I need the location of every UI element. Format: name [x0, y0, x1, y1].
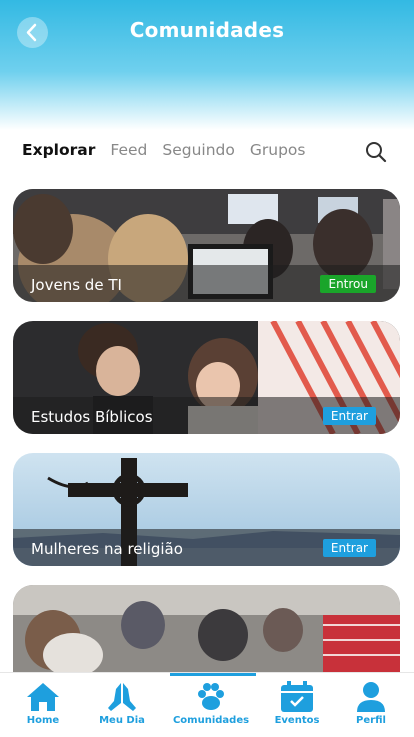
nav-label: Perfil	[356, 715, 386, 726]
community-card-jovens-de-ti[interactable]: Jovens de TI Entrou	[13, 189, 400, 302]
paw-icon	[198, 683, 224, 710]
community-card-mulheres-na-religiao[interactable]: Mulheres na religião Entrar	[13, 453, 400, 566]
community-name: Mulheres na religião	[31, 540, 183, 558]
tab-seguindo[interactable]: Seguindo	[162, 141, 235, 163]
page-title: Comunidades	[129, 18, 285, 42]
tab-explorar[interactable]: Explorar	[22, 141, 95, 163]
nav-comunidades[interactable]: Comunidades	[170, 681, 252, 726]
community-photo	[13, 585, 400, 680]
tab-bar: Explorar Feed Seguindo Grupos	[22, 141, 305, 163]
join-button[interactable]: Entrar	[322, 539, 376, 557]
tab-grupos[interactable]: Grupos	[250, 141, 306, 163]
active-tab-indicator	[170, 673, 256, 676]
tab-feed[interactable]: Feed	[110, 141, 147, 163]
user-icon	[357, 682, 385, 712]
home-icon	[27, 683, 59, 711]
joined-badge[interactable]: Entrou	[320, 275, 376, 293]
community-card-4[interactable]	[13, 585, 400, 680]
nav-eventos[interactable]: Eventos	[256, 681, 338, 726]
bottom-nav: Home Meu Dia Comunidades Eventos Perfil	[0, 672, 414, 737]
nav-label: Home	[26, 715, 60, 726]
community-name: Estudos Bíblicos	[31, 408, 153, 426]
nav-label: Meu Dia	[99, 715, 145, 726]
nav-perfil[interactable]: Perfil	[330, 681, 412, 726]
community-name: Jovens de TI	[31, 276, 122, 294]
praying-hands-icon	[108, 683, 136, 711]
nav-label: Comunidades	[172, 715, 250, 726]
join-button[interactable]: Entrar	[322, 407, 376, 425]
calendar-check-icon	[281, 681, 313, 712]
nav-meu-dia[interactable]: Meu Dia	[81, 681, 163, 726]
search-icon[interactable]	[364, 140, 388, 164]
community-card-estudos-biblicos[interactable]: Estudos Bíblicos Entrar	[13, 321, 400, 434]
header-bar: Comunidades	[0, 0, 414, 130]
nav-label: Eventos	[274, 715, 320, 726]
nav-home[interactable]: Home	[2, 681, 84, 726]
